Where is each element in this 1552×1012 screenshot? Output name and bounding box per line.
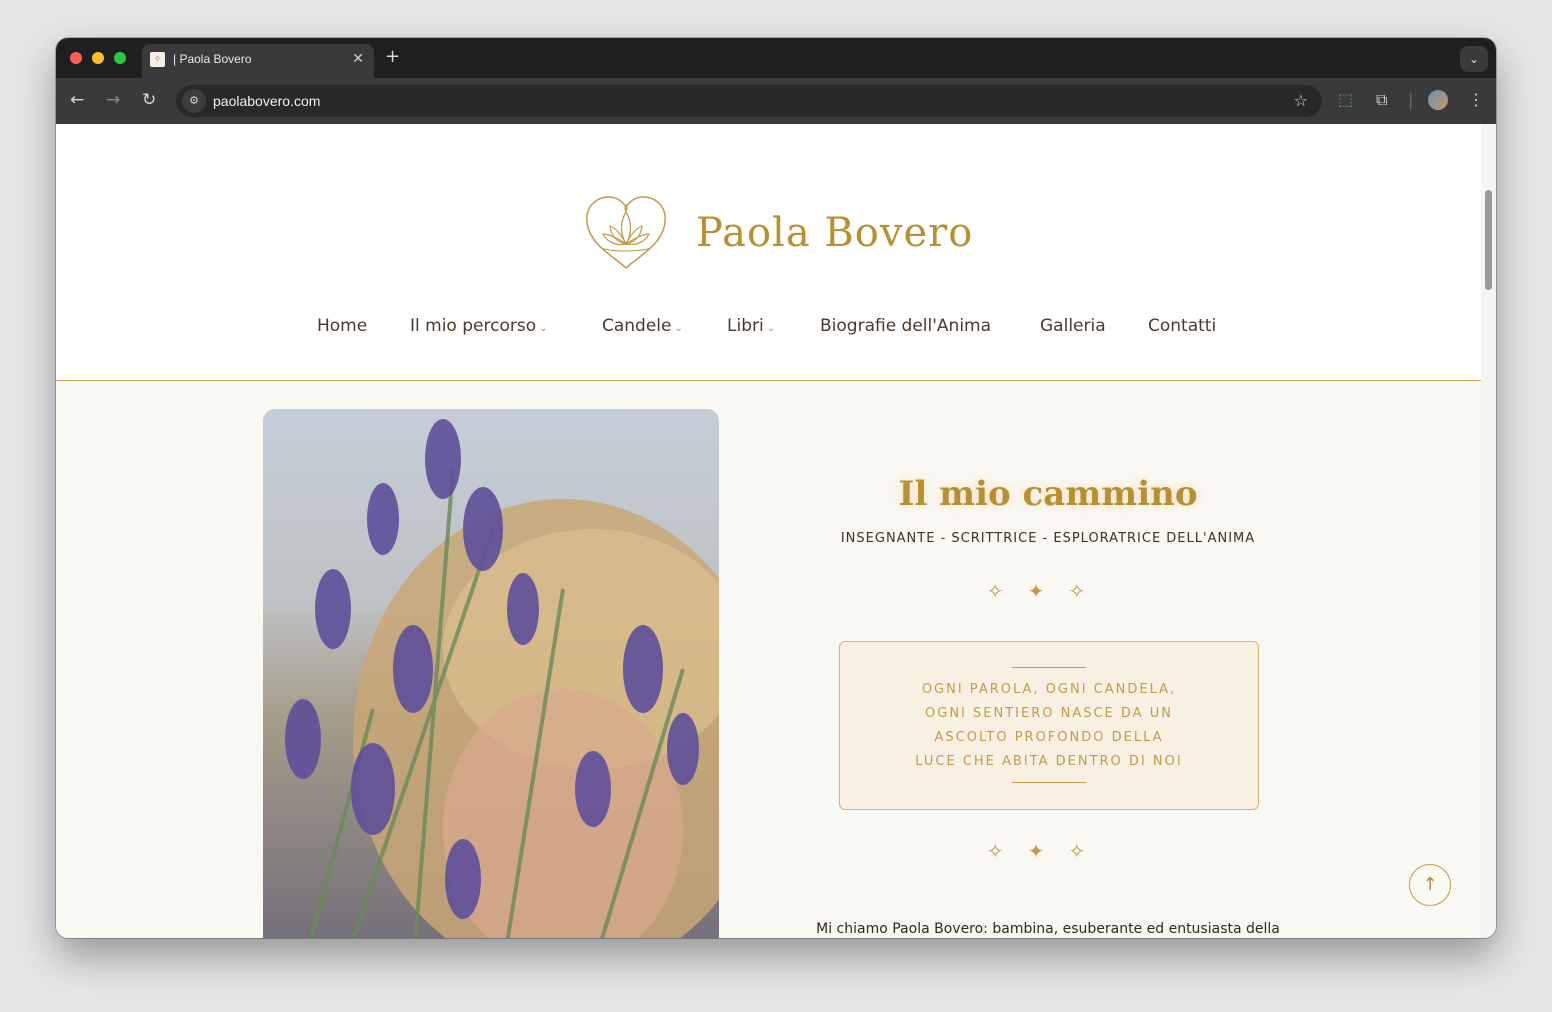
main-navigation: Home Il mio percorso ⌄ Candele ⌄ Libri ⌄ Bi…: [56, 316, 1481, 352]
site-settings-icon[interactable]: ⚙: [182, 89, 206, 113]
tab-strip: ✧ | Paola Bovero ✕ + ⌄: [56, 38, 1496, 78]
quote-line: ASCOLTO PROFONDO DELLA: [934, 730, 1164, 745]
chevron-down-icon: ⌄: [539, 323, 548, 334]
address-bar[interactable]: ⚙ paolabovero.com ☆: [176, 85, 1322, 117]
quote-line: LUCE CHE ABITA DENTRO DI NOI: [915, 754, 1183, 769]
quote-text: OGNI PAROLA, OGNI CANDELA, OGNI SENTIERO…: [850, 678, 1248, 774]
quote-line: OGNI PAROLA, OGNI CANDELA,: [921, 682, 1177, 697]
url-text[interactable]: paolabovero.com: [213, 93, 320, 109]
bookmark-star-icon[interactable]: ☆: [1294, 91, 1308, 110]
favicon-icon: ✧: [150, 52, 165, 67]
hero-section: Il mio cammino INSEGNANTE - SCRITTRICE -…: [56, 381, 1481, 938]
tab-close-icon[interactable]: ✕: [352, 51, 364, 67]
profile-avatar[interactable]: [1428, 90, 1448, 110]
toolbar-separator: |: [1408, 90, 1414, 109]
forward-arrow-icon[interactable]: →: [106, 90, 120, 110]
nav-il-mio-percorso[interactable]: Il mio percorso ⌄: [410, 316, 547, 336]
active-tab[interactable]: ✧ | Paola Bovero ✕: [142, 44, 374, 78]
maximize-window-button[interactable]: [114, 52, 126, 64]
quote-rule-bottom: [1012, 782, 1086, 783]
tab-title: | Paola Bovero: [173, 52, 252, 66]
more-menu-icon[interactable]: ⋮: [1468, 90, 1484, 109]
portrait-photo-lavender: [263, 409, 719, 938]
back-to-top-arrow-icon[interactable]: ↑: [1409, 864, 1451, 906]
nav-biografie-anima[interactable]: Biografie dell'Anima: [820, 316, 991, 336]
quote-box: OGNI PAROLA, OGNI CANDELA, OGNI SENTIERO…: [839, 641, 1259, 810]
nav-libri[interactable]: Libri ⌄: [727, 316, 775, 336]
tab-search-chevron-icon[interactable]: ⌄: [1460, 46, 1488, 72]
lotus-heart-logo-icon[interactable]: [583, 194, 669, 270]
nav-galleria[interactable]: Galleria: [1040, 316, 1106, 336]
site-brand-name[interactable]: Paola Bovero: [696, 210, 973, 256]
browser-toolbar: ← → ↻ ⚙ paolabovero.com ☆ ⬚ ⧉ | ⋮: [56, 78, 1496, 124]
sparkle-divider-bottom-icon: ✧✦✧: [986, 839, 1110, 863]
quote-rule-top: [1012, 667, 1086, 668]
chevron-down-icon: ⌄: [674, 323, 683, 334]
nav-home[interactable]: Home: [317, 316, 367, 336]
intro-paragraph: Mi chiamo Paola Bovero: bambina, esubera…: [816, 921, 1280, 937]
extensions-puzzle-icon[interactable]: ⧉: [1376, 90, 1387, 110]
page-scrollbar[interactable]: [1481, 124, 1496, 938]
sparkle-divider-top-icon: ✧✦✧: [986, 579, 1110, 603]
browser-window: ✧ | Paola Bovero ✕ + ⌄ ← → ↻ ⚙ paolabove…: [56, 38, 1496, 938]
nav-candele[interactable]: Candele ⌄: [602, 316, 683, 336]
nav-contatti[interactable]: Contatti: [1148, 316, 1216, 336]
scrollbar-thumb[interactable]: [1485, 190, 1492, 290]
new-tab-icon[interactable]: +: [385, 46, 400, 67]
quote-line: OGNI SENTIERO NASCE DA UN: [925, 706, 1173, 721]
minimize-window-button[interactable]: [92, 52, 104, 64]
section-subtitle: INSEGNANTE - SCRITTRICE - ESPLORATRICE D…: [840, 531, 1256, 546]
close-window-button[interactable]: [70, 52, 82, 64]
reload-icon[interactable]: ↻: [142, 90, 156, 110]
section-title: Il mio cammino: [898, 473, 1198, 514]
page-viewport: Paola Bovero Home Il mio percorso ⌄ Cande…: [56, 124, 1481, 938]
screen-capture-icon[interactable]: ⬚: [1338, 90, 1353, 109]
chevron-down-icon: ⌄: [766, 323, 776, 334]
back-arrow-icon[interactable]: ←: [70, 90, 84, 110]
